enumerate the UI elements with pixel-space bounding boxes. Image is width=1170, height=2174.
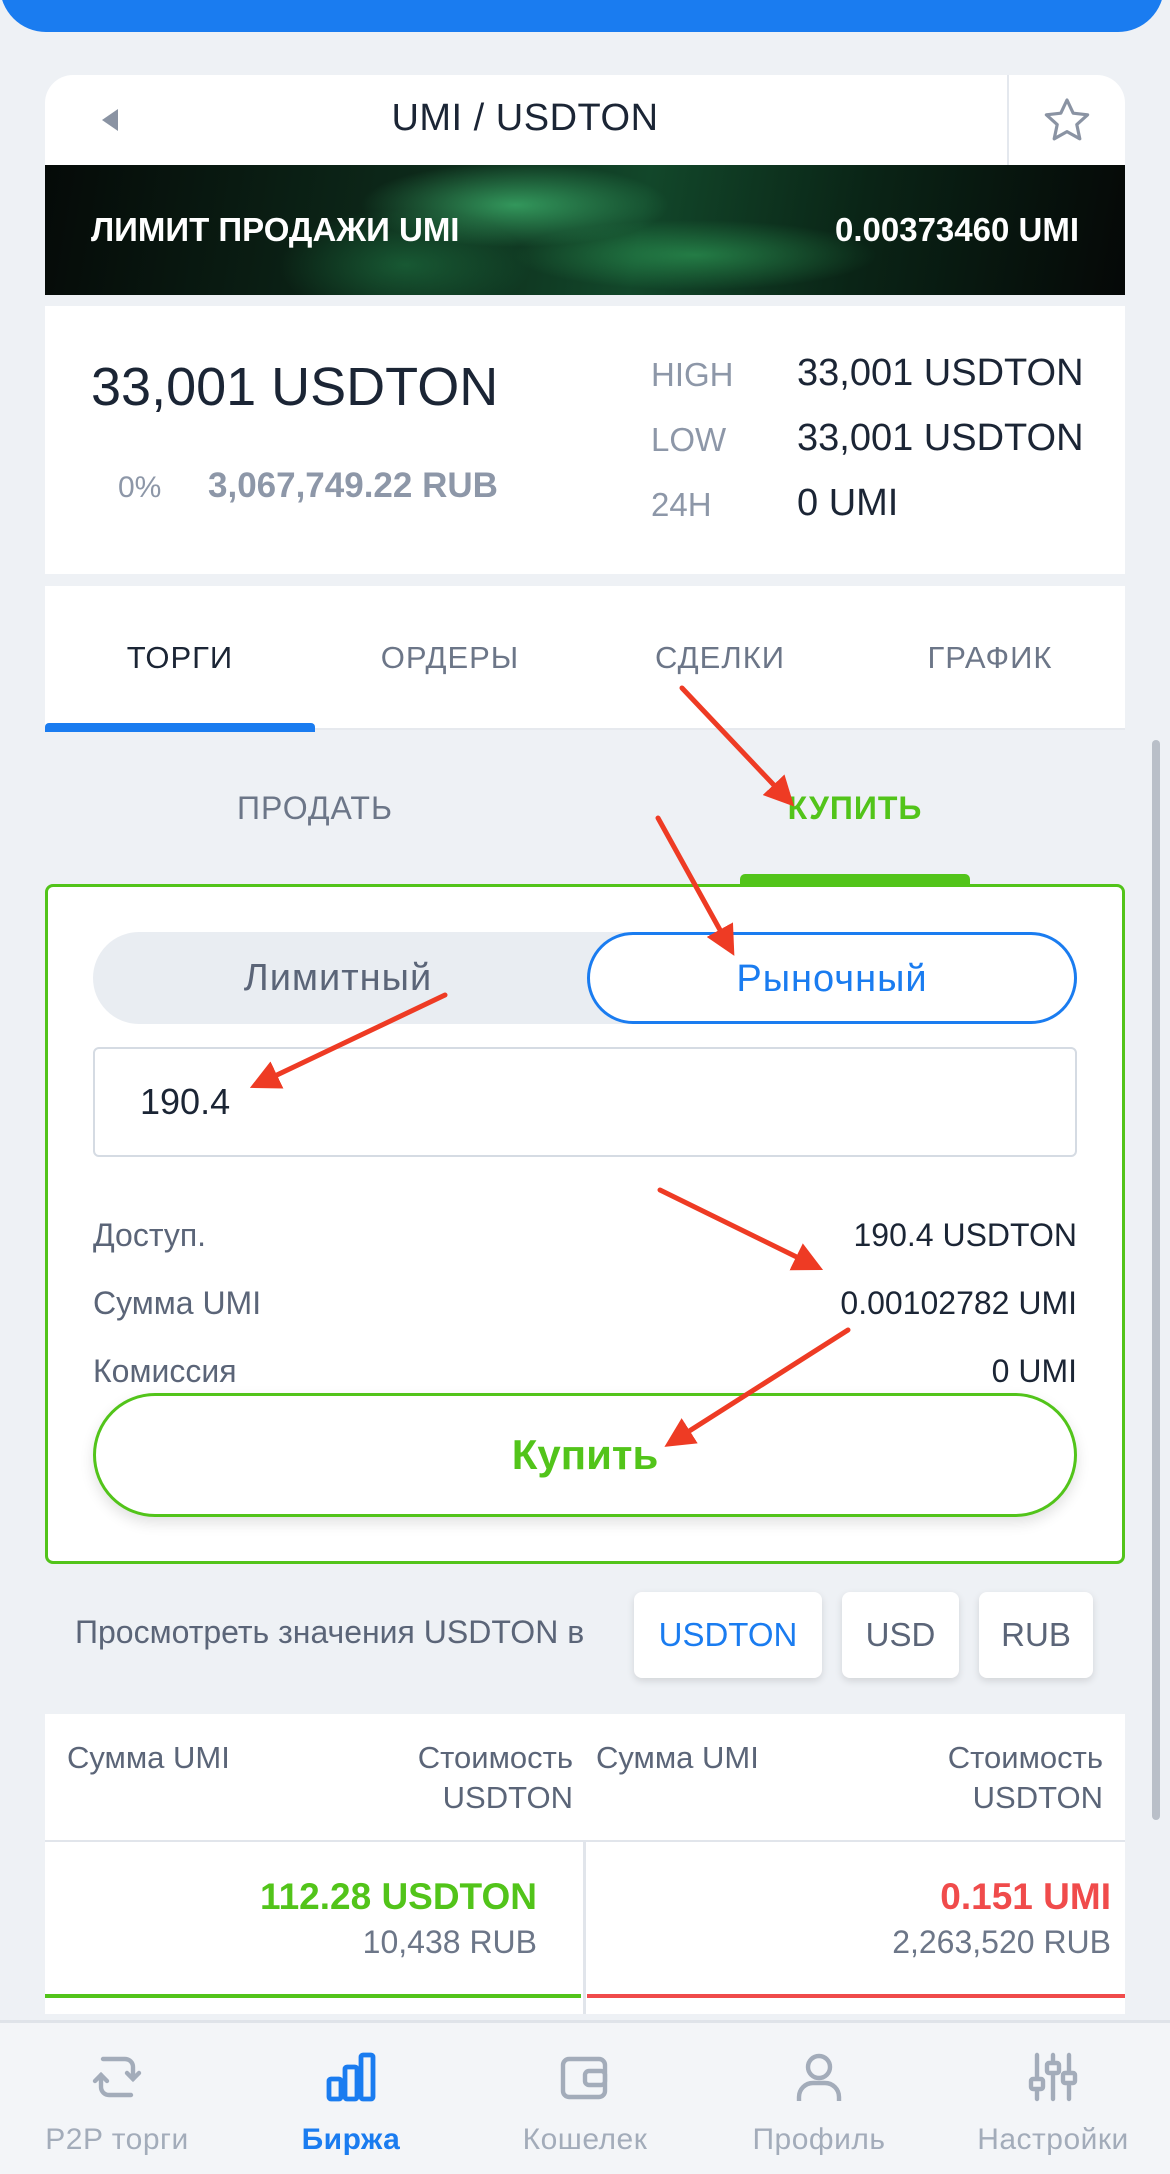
order-book-divider (583, 1842, 586, 2014)
available-value: 190.4 USDTON (853, 1217, 1078, 1253)
nav-p2p-label: P2P торги (45, 2123, 189, 2156)
fee-value: 0 UMI (991, 1353, 1077, 1389)
bid-rub: 10,438 RUB (362, 1924, 537, 1960)
ask-amount-header: Сумма UMI (596, 1740, 759, 1775)
bid-line (45, 1994, 581, 1998)
stat-low-label: LOW (651, 421, 727, 458)
p2p-exchange-icon (92, 2056, 142, 2098)
stat-high-label: HIGH (651, 356, 734, 393)
market-order-option[interactable]: Рыночный (587, 932, 1077, 1024)
bar-chart-icon (326, 2052, 376, 2102)
ask-rub: 2,263,520 RUB (892, 1924, 1111, 1960)
sum-value: 0.00102782 UMI (840, 1285, 1077, 1321)
nav-exchange-label: Биржа (301, 2123, 401, 2156)
wallet-icon (560, 2056, 608, 2100)
promo-banner[interactable]: ЛИМИТ ПРОДАЖИ UMI 0.00373460 UMI (45, 165, 1125, 295)
ask-line (587, 1994, 1125, 1998)
fee-label: Комиссия (93, 1353, 237, 1389)
ask-cost-header-line2: USDTON (972, 1780, 1103, 1815)
main-tabs: ТОРГИ ОРДЕРЫ СДЕЛКИ ГРАФИК (45, 586, 1125, 732)
nav-wallet[interactable]: Кошелек (468, 2023, 702, 2174)
bottom-navigation: P2P торги Биржа Кошелек Профиль Настройк… (0, 2020, 1170, 2174)
bid-cost-header-line1: Стоимость (417, 1740, 573, 1775)
currency-usdton-button[interactable]: USDTON (634, 1592, 822, 1678)
nav-settings-label: Настройки (977, 2123, 1129, 2156)
available-label: Доступ. (93, 1217, 207, 1253)
stat-24h-label: 24H (651, 486, 712, 523)
nav-profile[interactable]: Профиль (702, 2023, 936, 2174)
last-price: 33,001 USDTON (91, 357, 499, 417)
market-stats: 33,001 USDTON 0% 3,067,749.22 RUB HIGH 3… (45, 306, 1125, 574)
view-currency-label: Просмотреть значения USDTON в (75, 1614, 585, 1650)
sum-label: Сумма UMI (93, 1285, 262, 1321)
currency-rub-button[interactable]: RUB (979, 1592, 1093, 1678)
buy-button[interactable]: Купить (93, 1393, 1077, 1517)
banner-title: ЛИМИТ ПРОДАЖИ UMI (91, 211, 460, 248)
bid-value[interactable]: 112.28 USDTON (260, 1876, 537, 1918)
bid-cost-header-line2: USDTON (442, 1780, 573, 1815)
price-change: 0% (118, 471, 162, 504)
tab-deals[interactable]: СДЕЛКИ (585, 586, 855, 730)
bid-cost-header: Стоимость USDTON (418, 1738, 573, 1818)
tab-chart[interactable]: ГРАФИК (855, 586, 1125, 730)
order-book-header: Сумма UMI Стоимость USDTON Сумма UMI Сто… (45, 1714, 1125, 1842)
stat-24h-value: 0 UMI (797, 482, 899, 524)
sliders-icon (1028, 2052, 1078, 2102)
nav-wallet-label: Кошелек (522, 2123, 648, 2156)
buy-tab-indicator (740, 874, 970, 884)
currency-usd-button[interactable]: USD (842, 1592, 959, 1678)
ask-value[interactable]: 0.151 UMI (940, 1876, 1111, 1918)
limit-order-option[interactable]: Лимитный (93, 932, 583, 1024)
top-app-bar (0, 0, 1164, 32)
nav-settings[interactable]: Настройки (936, 2023, 1170, 2174)
nav-profile-label: Профиль (752, 2123, 886, 2156)
buy-tab[interactable]: КУПИТЬ (740, 790, 970, 827)
scrollbar[interactable] (1152, 740, 1160, 1820)
favorite-star-icon[interactable] (1007, 75, 1125, 165)
order-form: Лимитный Рыночный Доступ. 190.4 USDTON С… (45, 884, 1125, 1564)
price-rub: 3,067,749.22 RUB (208, 466, 498, 505)
tab-trade[interactable]: ТОРГИ (45, 586, 315, 732)
pair-header: UMI / USDTON (45, 75, 1125, 165)
tab-orders[interactable]: ОРДЕРЫ (315, 586, 585, 730)
stat-high-value: 33,001 USDTON (797, 352, 1084, 394)
order-type-toggle: Лимитный Рыночный (93, 932, 1077, 1024)
nav-p2p[interactable]: P2P торги (0, 2023, 234, 2174)
sell-tab[interactable]: ПРОДАТЬ (200, 790, 430, 827)
amount-input[interactable] (93, 1047, 1077, 1157)
nav-exchange[interactable]: Биржа (234, 2023, 468, 2174)
stat-low-value: 33,001 USDTON (797, 417, 1084, 459)
user-icon (796, 2053, 842, 2101)
bid-amount-header: Сумма UMI (67, 1740, 230, 1775)
pair-title: UMI / USDTON (391, 97, 659, 139)
banner-value: 0.00373460 UMI (834, 211, 1079, 248)
order-book: Сумма UMI Стоимость USDTON Сумма UMI Сто… (45, 1714, 1125, 2014)
ask-cost-header: Стоимость USDTON (948, 1738, 1103, 1818)
ask-cost-header-line1: Стоимость (947, 1740, 1103, 1775)
